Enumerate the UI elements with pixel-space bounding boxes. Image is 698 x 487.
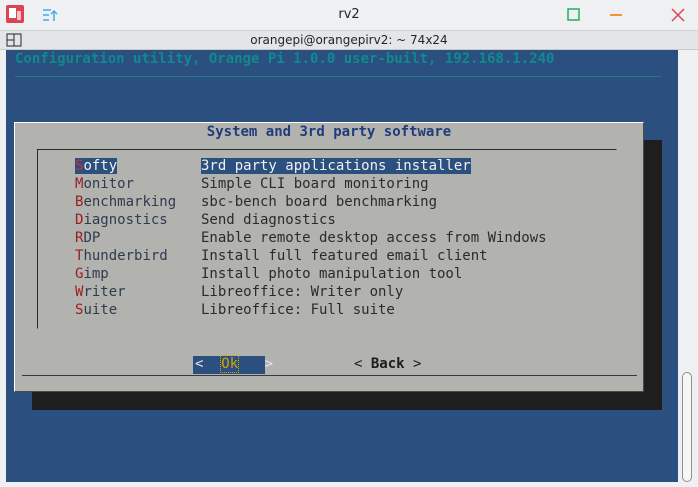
- scrollbar-thumb[interactable]: [682, 372, 692, 482]
- menu-item-description: 3rd party applications installer: [201, 158, 471, 174]
- menu-item-description: Install full featured email client: [201, 248, 488, 264]
- backtitle-divider: [15, 76, 661, 77]
- ok-left-bracket: <: [195, 356, 204, 372]
- menu-item-tag-rest: DP: [83, 230, 101, 246]
- window-title: rv2: [338, 7, 360, 22]
- dialog-divider: [22, 375, 637, 376]
- ok-right-bracket: >: [264, 356, 273, 372]
- menu-item-description: Libreoffice: Writer only: [201, 284, 404, 300]
- backtitle: Configuration utility, Orange Pi 1.0.0 u…: [15, 51, 555, 67]
- menu-item-description: Send diagnostics: [201, 212, 336, 228]
- menu-item-tag-rest: iagnostics: [83, 212, 168, 228]
- menu-item-tag: Softy: [75, 158, 118, 174]
- menu-item-description: Install photo manipulation tool: [201, 266, 463, 282]
- menu-item-tag-rest: onitor: [83, 176, 135, 192]
- menu-item-tag-rest: riter: [83, 284, 126, 300]
- window-titlebar: rv2: [0, 0, 698, 30]
- close-icon[interactable]: [668, 5, 688, 25]
- minimize-icon[interactable]: [606, 5, 626, 25]
- menu-item-tag-rest: ofty: [83, 158, 118, 174]
- menu-item-tag: Writer: [75, 284, 126, 300]
- menu-item-description: sbc-bench board benchmarking: [201, 194, 438, 210]
- back-label: Back: [370, 356, 405, 372]
- menu-item-tag-rest: hunderbird: [83, 248, 168, 264]
- terminal-view[interactable]: Configuration utility, Orange Pi 1.0.0 u…: [6, 50, 678, 482]
- menu-item-tag: Benchmarking: [75, 194, 176, 210]
- menu-item-tag-rest: enchmarking: [83, 194, 177, 210]
- tab-title[interactable]: orangepi@orangepirv2: ~ 74x24: [0, 33, 698, 47]
- menu-item-tag: Gimp: [75, 266, 109, 282]
- menu-item-description: Enable remote desktop access from Window…: [201, 230, 547, 246]
- back-left-bracket: <: [354, 356, 363, 372]
- ok-button[interactable]: < Ok >: [193, 355, 273, 374]
- menu-item-tag: Diagnostics: [75, 212, 168, 228]
- maximize-icon[interactable]: [563, 5, 583, 25]
- terminal-tabbar: orangepi@orangepirv2: ~ 74x24: [0, 30, 698, 50]
- software-dialog: System and 3rd party software Softy 3rd p…: [14, 122, 644, 392]
- menu-item-description: Simple CLI board monitoring: [201, 176, 429, 192]
- menu-item-tag: Thunderbird: [75, 248, 168, 264]
- menu-item-tag: Monitor: [75, 176, 134, 192]
- menu-item-tag-rest: uite: [83, 302, 118, 318]
- menu-item-tag: RDP: [75, 230, 100, 246]
- ok-label: Ok: [220, 355, 240, 373]
- back-right-bracket: >: [413, 356, 422, 372]
- dialog-title: System and 3rd party software: [206, 124, 452, 140]
- menu-item-tag-rest: imp: [83, 266, 109, 282]
- back-button[interactable]: < Back >: [354, 356, 421, 372]
- menu-item-tag: Suite: [75, 302, 117, 318]
- menu-item-description: Libreoffice: Full suite: [201, 302, 395, 318]
